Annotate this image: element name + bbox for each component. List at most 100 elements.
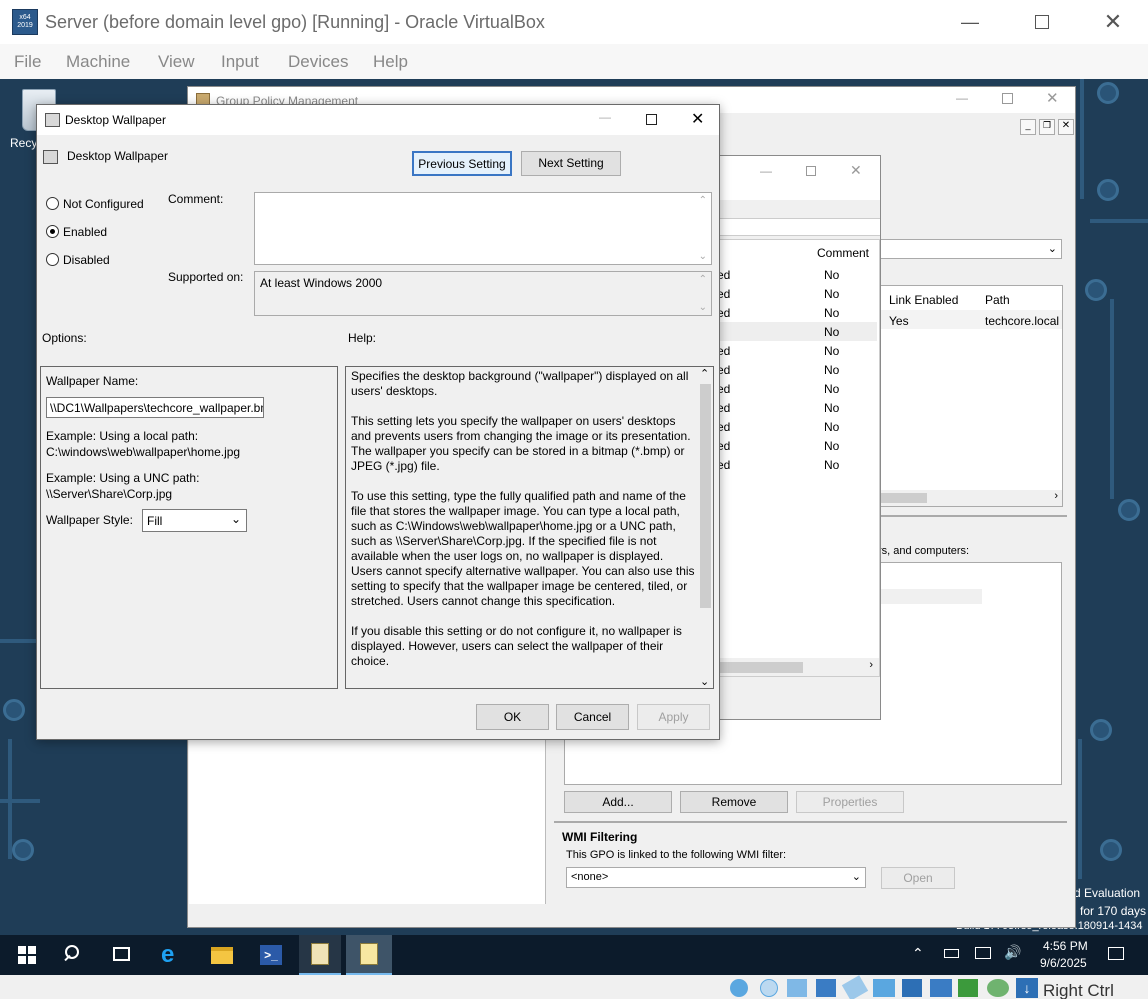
table-row[interactable]: ed No [717,265,877,284]
gpm-scope-dropdown[interactable]: ⌄ [878,239,1062,259]
dialog-close-icon[interactable]: ✕ [691,109,704,129]
gpm-tree-pane[interactable] [189,739,546,904]
chevron-down-icon: ⌄ [851,871,861,883]
vbox-title-bar: x64 2019 Server (before domain level gpo)… [0,0,1148,44]
row-comment: No [824,287,840,301]
disk-icon[interactable] [760,979,778,997]
mdi-minimize-icon[interactable]: _ [1020,119,1036,135]
settings-list[interactable]: Comment ed No ed No ed No No ed No ed No ed No ed No ed… [716,239,880,677]
remove-button[interactable]: Remove [680,791,788,813]
clock-time[interactable]: 4:56 PM [1043,939,1088,953]
minimize-icon[interactable]: — [958,10,982,34]
watermark-line2: for 170 days [1080,904,1147,918]
keyboard-capture-icon[interactable]: ↓ [1016,978,1038,998]
enabled-radio[interactable] [46,225,59,238]
battery-icon[interactable] [944,949,959,958]
audio-icon[interactable] [787,979,807,997]
comment-header[interactable]: Comment [817,246,869,260]
gpm-close-icon[interactable]: ✕ [1046,89,1059,107]
network-icon[interactable] [975,947,991,959]
network-adapter-icon[interactable] [816,979,836,997]
previous-setting-button[interactable]: Previous Setting [412,151,512,176]
dialog-minimize-icon[interactable]: — [599,110,611,124]
menu-machine[interactable]: Machine [66,52,130,72]
clock-date[interactable]: 9/6/2025 [1040,956,1087,970]
notifications-icon[interactable] [1108,947,1124,960]
cancel-button[interactable]: Cancel [556,704,629,730]
links-header-enabled[interactable]: Link Enabled [889,293,958,307]
display-icon[interactable] [902,979,922,997]
menu-devices[interactable]: Devices [288,52,348,72]
properties-button[interactable]: Properties [796,791,904,813]
close-icon[interactable]: ✕ [1101,10,1125,34]
table-row[interactable]: ed No [717,303,877,322]
example-local-value: C:\windows\web\wallpaper\home.jpg [46,445,241,459]
menu-view[interactable]: View [158,52,195,72]
gpm-taskbar-icon[interactable] [299,935,341,975]
open-button[interactable]: Open [881,867,955,889]
file-explorer-icon[interactable] [211,947,233,964]
editor-close-icon[interactable]: ✕ [850,162,862,179]
apply-button[interactable]: Apply [637,704,710,730]
not-configured-label[interactable]: Not Configured [63,197,144,211]
powershell-icon[interactable]: >_ [260,945,282,965]
maximize-icon[interactable] [1030,10,1054,34]
editor-minimize-icon[interactable]: — [760,164,772,178]
table-row[interactable]: ed No [717,455,877,474]
help-vscrollbar[interactable]: ⌃ ⌄ [697,367,713,688]
chevron-down-icon: ⌄ [230,512,241,526]
menu-help[interactable]: Help [373,52,408,72]
disabled-radio[interactable] [46,253,59,266]
ie-icon[interactable]: e [161,943,183,967]
start-windows-icon[interactable] [18,946,36,964]
vbox-status-bar: ↓ Right Ctrl [0,975,1148,999]
volume-icon[interactable]: 🔊 [1004,944,1021,961]
table-row[interactable]: ed No [717,284,877,303]
table-row[interactable]: No [717,322,877,341]
help-scroll-thumb[interactable] [700,384,711,608]
wmi-filter-select[interactable]: <none> ⌄ [566,867,866,888]
add-button[interactable]: Add... [564,791,672,813]
supported-on-box: At least Windows 2000 ⌃ ⌄ [254,271,712,316]
optical-drive-icon[interactable] [730,979,748,997]
comment-textarea[interactable]: ⌃ ⌄ [254,192,712,265]
wallpaper-name-input[interactable]: \\DC1\Wallpapers\techcore_wallpaper.bmp [46,397,264,418]
menu-input[interactable]: Input [221,52,259,72]
shared-folders-icon[interactable] [873,979,895,997]
help-pane[interactable]: Specifies the desktop background ("wallp… [345,366,714,689]
editor-maximize-icon[interactable] [806,166,816,176]
gpm-links-list[interactable]: Link Enabled Path Yes techcore.local › [878,285,1063,507]
not-configured-radio[interactable] [46,197,59,210]
dialog-maximize-icon[interactable] [646,114,657,125]
next-setting-button[interactable]: Next Setting [521,151,621,176]
table-row[interactable]: ed No [717,436,877,455]
table-row[interactable]: ed No [717,379,877,398]
row-comment: No [824,344,840,358]
links-hscrollbar[interactable]: › [879,490,1062,506]
setting-name: Desktop Wallpaper [67,149,168,163]
table-row[interactable]: ed No [717,398,877,417]
wallpaper-style-select[interactable]: Fill ⌄ [142,509,247,532]
ok-button[interactable]: OK [476,704,549,730]
enabled-label[interactable]: Enabled [63,225,107,239]
usb-icon[interactable] [841,975,869,999]
mouse-integration-icon[interactable] [987,979,1009,997]
row-comment: No [824,382,840,396]
cpu-icon[interactable] [958,979,978,997]
table-row[interactable]: ed No [717,360,877,379]
recording-icon[interactable] [930,979,952,997]
wmi-filter-value: <none> [571,871,609,883]
gpm-minimize-icon[interactable]: — [956,91,968,105]
links-header-path[interactable]: Path [985,293,1010,307]
show-hidden-icons-icon[interactable]: ⌃ [912,945,924,962]
task-view-icon[interactable] [113,947,130,961]
table-row[interactable]: ed No [717,341,877,360]
mdi-close-icon[interactable]: ✕ [1058,119,1074,135]
disabled-label[interactable]: Disabled [63,253,110,267]
gpm-maximize-icon[interactable] [1002,93,1013,104]
gpedit-taskbar-icon[interactable] [346,935,392,975]
menu-file[interactable]: File [14,52,41,72]
mdi-restore-icon[interactable]: ❐ [1039,119,1055,135]
settings-hscrollbar[interactable]: › [717,658,879,676]
table-row[interactable]: ed No [717,417,877,436]
